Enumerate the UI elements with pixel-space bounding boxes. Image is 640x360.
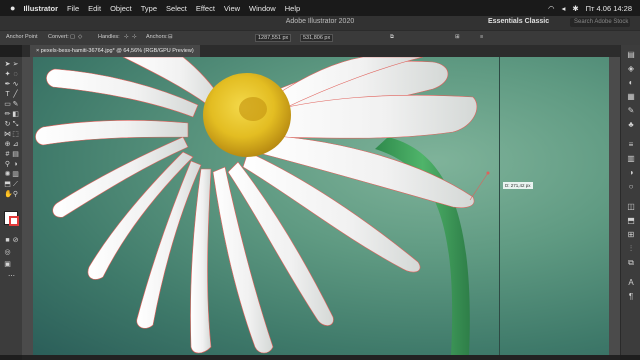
artboard-tool-icon[interactable]: ⬒ bbox=[4, 181, 11, 188]
artboards-icon[interactable]: ⬒ bbox=[627, 217, 635, 225]
menu-select[interactable]: Select bbox=[166, 4, 187, 13]
stroke-swatch[interactable] bbox=[9, 216, 19, 226]
blend-tool-icon[interactable]: ◑ bbox=[12, 161, 19, 168]
x-coordinate-field[interactable]: 1287,551 px bbox=[255, 34, 292, 42]
shape-builder-icon[interactable]: ⊕ bbox=[4, 141, 11, 148]
menu-app[interactable]: Illustrator bbox=[23, 4, 58, 13]
width-tool-icon[interactable]: ⋈ bbox=[4, 131, 11, 138]
edit-toolbar-icon[interactable]: ⋯ bbox=[8, 273, 15, 280]
direct-selection-tool-icon[interactable]: ➢ bbox=[12, 61, 19, 68]
clock[interactable]: Пт 4.06 14:28 bbox=[586, 4, 632, 13]
zoom-tool-icon[interactable]: ⚲ bbox=[12, 191, 19, 198]
wifi-icon[interactable]: ◠ bbox=[548, 4, 555, 13]
swatches-icon[interactable]: ▦ bbox=[627, 93, 635, 101]
lasso-icon[interactable]: ◌ bbox=[12, 71, 19, 78]
free-transform-icon[interactable]: ⬚ bbox=[12, 131, 19, 138]
transform-panel-icon[interactable]: ⊞ bbox=[627, 231, 635, 239]
handles-hide-icon[interactable]: ⊹ bbox=[132, 34, 137, 40]
paragraph-icon[interactable]: ¶ bbox=[627, 293, 635, 301]
graph-tool-icon[interactable]: ▥ bbox=[12, 171, 19, 178]
magic-wand-icon[interactable]: ✦ bbox=[4, 71, 11, 78]
eraser-icon[interactable]: ◧ bbox=[12, 111, 19, 118]
app-title-bar: Adobe Illustrator 2020 Essentials Classi… bbox=[0, 16, 640, 30]
menu-help[interactable]: Help bbox=[285, 4, 300, 13]
mac-menu-bar: ● Illustrator File Edit Object Type Sele… bbox=[0, 0, 640, 16]
document-tab-label: pexels-bess-hamiti-36764.jpg* @ 64,56% (… bbox=[40, 48, 194, 54]
menu-icon[interactable]: ≡ bbox=[480, 34, 483, 40]
anchors-label: Anchors: bbox=[146, 34, 168, 40]
none-mode-icon[interactable]: ⊘ bbox=[12, 237, 19, 244]
mesh-tool-icon[interactable]: # bbox=[4, 151, 11, 158]
document-tab[interactable]: × pexels-bess-hamiti-36764.jpg* @ 64,56%… bbox=[30, 45, 200, 57]
screen-mode-icon[interactable]: ▣ bbox=[4, 261, 11, 268]
character-icon[interactable]: A bbox=[627, 279, 635, 287]
menu-edit[interactable]: Edit bbox=[88, 4, 101, 13]
anchors-remove-icon[interactable]: ⊟ bbox=[168, 34, 173, 40]
line-tool-icon[interactable]: ╱ bbox=[12, 91, 19, 98]
appearance-icon[interactable]: ○ bbox=[627, 183, 635, 191]
libraries-icon[interactable]: ◈ bbox=[627, 65, 635, 73]
color-mode-icon[interactable]: ■ bbox=[4, 237, 11, 244]
eyedropper-icon[interactable]: ⚲ bbox=[4, 161, 11, 168]
convert-smooth-icon[interactable]: ◇ bbox=[78, 34, 82, 40]
daisy-image bbox=[35, 57, 490, 355]
rectangle-tool-icon[interactable]: ▭ bbox=[4, 101, 11, 108]
rotate-tool-icon[interactable]: ↻ bbox=[4, 121, 11, 128]
status-bar bbox=[22, 355, 620, 360]
anchor-point-label: Anchor Point bbox=[6, 34, 38, 40]
color-icon[interactable]: ◐ bbox=[627, 79, 635, 87]
vertical-guide bbox=[499, 57, 500, 355]
handles-show-icon[interactable]: ⊹ bbox=[124, 34, 129, 40]
menu-effect[interactable]: Effect bbox=[196, 4, 215, 13]
symbol-sprayer-icon[interactable]: ✺ bbox=[4, 171, 11, 178]
apple-icon[interactable]: ● bbox=[10, 3, 15, 13]
gradient-icon[interactable]: ▥ bbox=[627, 155, 635, 163]
artboard-canvas[interactable] bbox=[33, 57, 609, 355]
convert-label: Convert: bbox=[48, 34, 69, 40]
layers-icon[interactable]: ◫ bbox=[627, 203, 635, 211]
pathfinder-icon[interactable]: ⧉ bbox=[627, 259, 635, 267]
align-icon[interactable]: ⧉ bbox=[390, 34, 394, 41]
canvas-gutter bbox=[22, 57, 33, 355]
menu-window[interactable]: Window bbox=[249, 4, 276, 13]
menu-type[interactable]: Type bbox=[141, 4, 157, 13]
sound-icon[interactable]: ◂ bbox=[562, 4, 566, 13]
pen-tool-icon[interactable]: ✒ bbox=[4, 81, 11, 88]
workspace-switcher[interactable]: Essentials Classic bbox=[488, 18, 549, 25]
bluetooth-icon[interactable]: ✱ bbox=[572, 4, 578, 13]
menu-view[interactable]: View bbox=[224, 4, 240, 13]
symbols-icon[interactable]: ♣ bbox=[627, 121, 635, 129]
slice-tool-icon[interactable]: ⟋ bbox=[12, 181, 19, 188]
handles-label: Handles: bbox=[98, 34, 120, 40]
vertical-scrollbar[interactable] bbox=[609, 57, 620, 355]
selection-tool-icon[interactable]: ➤ bbox=[4, 61, 11, 68]
tools-panel: ➤ ➢ ✦ ◌ ✒ ∿ T ╱ ▭ ✎ ✏ ◧ ↻ ⤡ ⋈ ⬚ ⊕ ⊿ # ▤ … bbox=[0, 57, 23, 355]
curvature-tool-icon[interactable]: ∿ bbox=[12, 81, 19, 88]
y-coordinate-field[interactable]: 531,806 px bbox=[300, 34, 334, 42]
properties-icon[interactable]: ▤ bbox=[627, 51, 635, 59]
convert-corner-icon[interactable]: ▢ bbox=[70, 34, 75, 40]
scale-tool-icon[interactable]: ⤡ bbox=[12, 121, 19, 128]
brushes-icon[interactable]: ✎ bbox=[627, 107, 635, 115]
perspective-grid-icon[interactable]: ⊿ bbox=[12, 141, 19, 148]
transform-icon[interactable]: ⊞ bbox=[455, 34, 460, 40]
stock-search-field[interactable]: Search Adobe Stock bbox=[570, 18, 630, 27]
align-panel-icon[interactable]: ⫶ bbox=[627, 245, 635, 253]
paintbrush-icon[interactable]: ✎ bbox=[12, 101, 19, 108]
panels-dock: ▤ ◈ ◐ ▦ ✎ ♣ ≡ ▥ ◑ ○ ◫ ⬒ ⊞ ⫶ ⧉ A ¶ bbox=[620, 45, 640, 355]
menu-file[interactable]: File bbox=[67, 4, 79, 13]
type-tool-icon[interactable]: T bbox=[4, 91, 11, 98]
distance-tooltip: D: 271,42 px bbox=[503, 182, 533, 189]
gradient-tool-icon[interactable]: ▤ bbox=[12, 151, 19, 158]
stroke-icon[interactable]: ≡ bbox=[627, 141, 635, 149]
draw-mode-icon[interactable]: ◎ bbox=[4, 249, 11, 256]
transparency-icon[interactable]: ◑ bbox=[627, 169, 635, 177]
menu-object[interactable]: Object bbox=[110, 4, 132, 13]
hand-tool-icon[interactable]: ✋ bbox=[4, 191, 13, 198]
pencil-icon[interactable]: ✏ bbox=[4, 111, 11, 118]
control-bar: Anchor Point Convert: ▢ ◇ Handles: ⊹ ⊹ A… bbox=[0, 30, 640, 45]
